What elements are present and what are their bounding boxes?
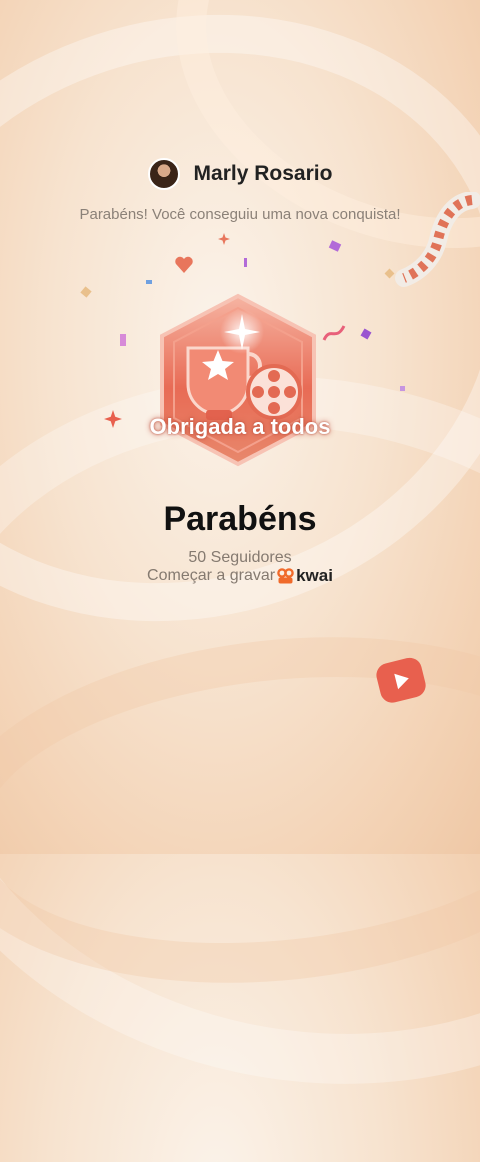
kwai-brand-text: kwai [296,566,333,585]
confetti-piece [146,280,152,284]
trophy-film-badge-icon [160,293,316,467]
confetti-star-icon [218,233,230,245]
start-recording-row[interactable]: Começar a gravar kwai [0,566,480,586]
followers-count: 50 Seguidores [188,549,292,566]
username: Marly Rosario [193,162,333,185]
achievement-subtitle: Parabéns! Você conseguiu uma nova conqui… [79,206,401,223]
confetti-piece [120,334,126,346]
confetti-piece [328,240,342,252]
confetti-piece [244,258,247,267]
start-recording-label: Começar a gravar [147,567,276,584]
avatar [147,158,180,190]
confetti-piece [384,268,395,279]
kwai-logo-icon [277,567,294,583]
badge-caption: Obrigada a todos [149,414,331,439]
confetti-heart-icon [175,256,193,273]
confetti-piece [400,386,405,391]
confetti-piece [360,328,372,340]
page-title: Parabéns [163,500,317,538]
play-button-icon [376,657,426,703]
confetti-piece [80,286,92,298]
user-header: Marly Rosario [0,158,480,190]
